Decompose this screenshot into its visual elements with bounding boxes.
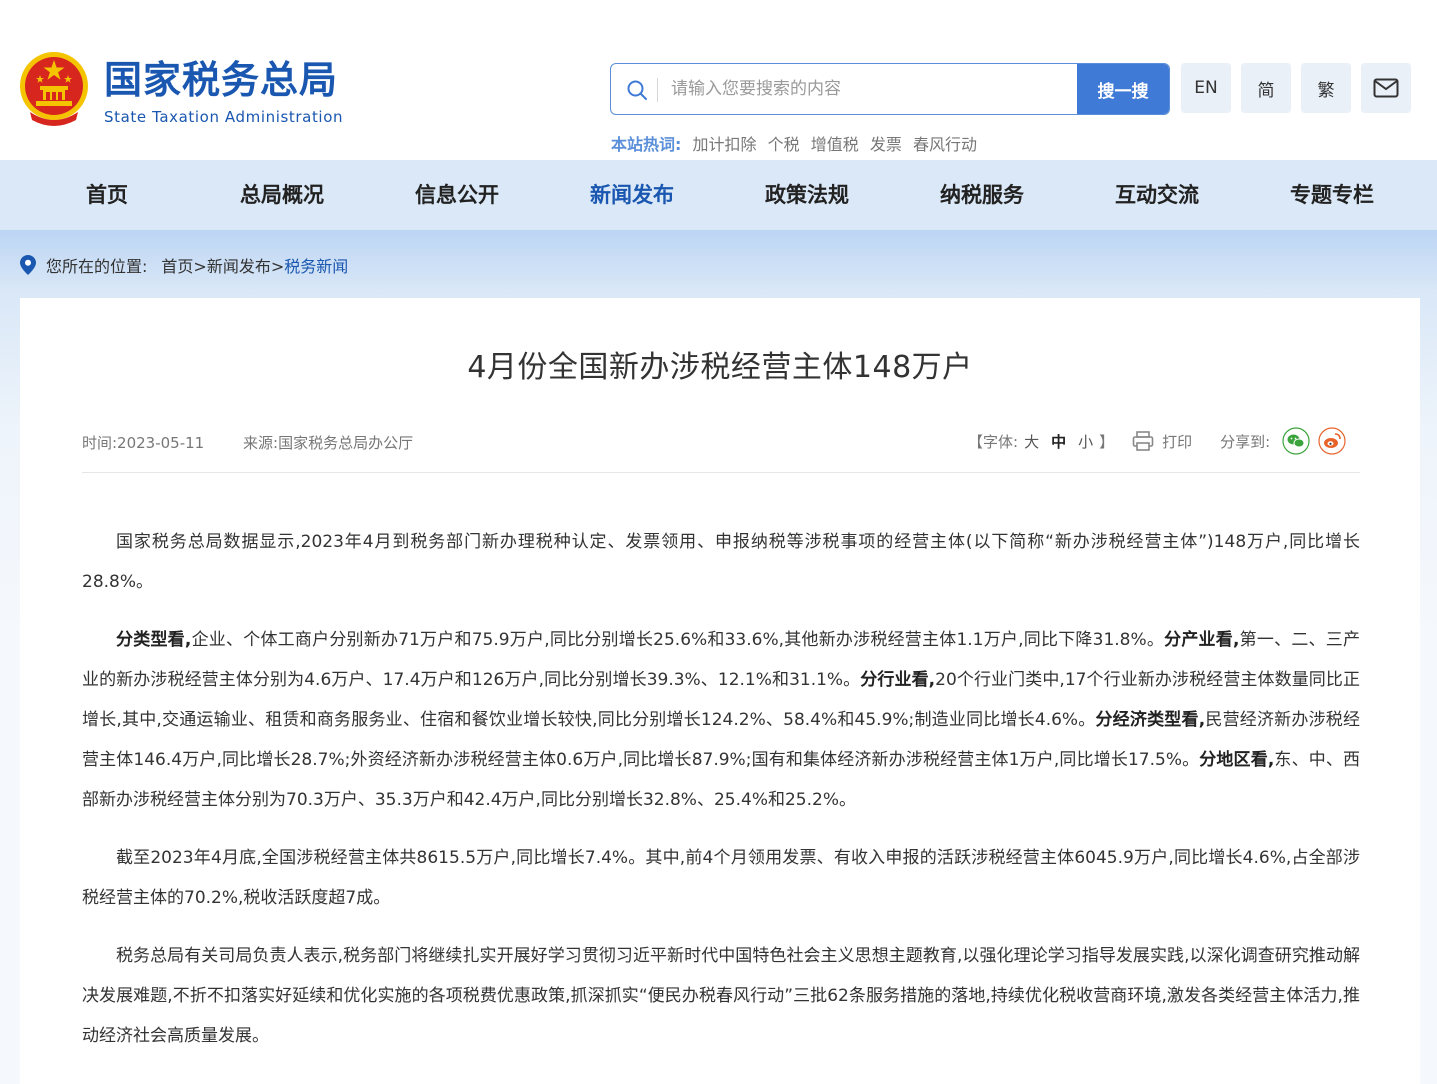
nav-item-about[interactable]: 总局概况	[207, 160, 357, 230]
share-label: 分享到:	[1220, 432, 1271, 451]
breadcrumb: 您所在的位置: 首页>新闻发布> 税务新闻	[20, 253, 348, 277]
main-nav: 首页 总局概况 信息公开 新闻发布 政策法规 纳税服务 互动交流 专题专栏	[0, 160, 1437, 230]
site-header: 国家税务总局 State Taxation Administration 搜一搜…	[0, 0, 1437, 160]
weibo-icon[interactable]	[1318, 427, 1346, 455]
font-size-close: 】	[1099, 432, 1115, 451]
mail-icon	[1373, 78, 1399, 98]
meta-divider	[82, 472, 1360, 473]
hotword-link[interactable]: 春风行动	[913, 135, 977, 154]
font-size-small-button[interactable]: 小	[1078, 431, 1093, 452]
breadcrumb-current[interactable]: 税务新闻	[284, 253, 348, 277]
site-name: 国家税务总局	[104, 57, 339, 102]
search-icon	[627, 80, 647, 100]
search-input[interactable]	[671, 64, 1076, 114]
nav-item-interaction[interactable]: 互动交流	[1082, 160, 1232, 230]
site-name-en: State Taxation Administration	[104, 108, 344, 126]
breadcrumb-path[interactable]: 首页>新闻发布>	[161, 253, 284, 277]
nav-item-home[interactable]: 首页	[32, 160, 182, 230]
paragraph-heading: 分产业看,	[1164, 630, 1240, 650]
article-meta: 时间:2023-05-11 来源:国家税务总局办公厅	[82, 432, 447, 453]
paragraph: 截至2023年4月底,全国涉税经营主体共8615.5万户,同比增长7.4%。其中…	[82, 848, 1360, 908]
font-size-medium-button[interactable]: 中	[1051, 431, 1066, 452]
paragraph-heading: 分类型看,	[116, 630, 192, 650]
article-card: 4月份全国新办涉税经营主体148万户 时间:2023-05-11 来源:国家税务…	[20, 298, 1420, 1084]
national-emblem-icon[interactable]	[18, 50, 90, 128]
paragraph-heading: 分行业看,	[860, 670, 936, 690]
hotword-link[interactable]: 个税	[768, 135, 800, 154]
paragraph: 分类型看,企业、个体工商户分别新办71万户和75.9万户,同比分别增长25.6%…	[82, 620, 1360, 820]
breadcrumb-prefix: 您所在的位置:	[46, 257, 148, 276]
paragraph: 税务总局有关司局负责人表示,税务部门将继续扎实开展好学习贯彻习近平新时代中国特色…	[82, 946, 1360, 1046]
hotword-link[interactable]: 加计扣除	[693, 135, 757, 154]
article-body: 国家税务总局数据显示,2023年4月到税务部门新办理税种认定、发票领用、申报纳税…	[82, 522, 1360, 1074]
nav-item-info-disclosure[interactable]: 信息公开	[382, 160, 532, 230]
font-size-large-button[interactable]: 大	[1024, 431, 1039, 452]
wechat-icon[interactable]	[1282, 427, 1310, 455]
publish-time: 时间:2023-05-11	[82, 434, 205, 452]
paragraph: 国家税务总局数据显示,2023年4月到税务部门新办理税种认定、发票领用、申报纳税…	[82, 532, 1360, 592]
nav-item-news[interactable]: 新闻发布	[557, 160, 707, 230]
article-tools: 【字体: 大 中 小 】 打印 分享到:	[968, 426, 1354, 456]
hotwords: 本站热词: 加计扣除 个税 增值税 发票 春风行动	[611, 131, 983, 155]
mail-button[interactable]	[1361, 63, 1411, 113]
print-button[interactable]: 打印	[1162, 431, 1192, 452]
traditional-chinese-button[interactable]: 繁	[1301, 63, 1351, 113]
paragraph-text: 企业、个体工商户分别新办71万户和75.9万户,同比分别增长25.6%和33.6…	[191, 630, 1165, 650]
font-size-open: 【字体:	[968, 432, 1019, 451]
location-pin-icon	[20, 255, 36, 275]
nav-item-policy[interactable]: 政策法规	[732, 160, 882, 230]
article-title: 4月份全国新办涉税经营主体148万户	[467, 350, 973, 385]
hotwords-label: 本站热词:	[611, 135, 682, 154]
simplified-chinese-button[interactable]: 简	[1241, 63, 1291, 113]
search-divider	[657, 78, 658, 102]
search-button[interactable]: 搜一搜	[1077, 64, 1169, 114]
paragraph-heading: 分地区看,	[1199, 750, 1275, 770]
nav-item-topics[interactable]: 专题专栏	[1257, 160, 1407, 230]
nav-item-taxpayer-service[interactable]: 纳税服务	[907, 160, 1057, 230]
hotword-link[interactable]: 发票	[870, 135, 902, 154]
hotword-link[interactable]: 增值税	[811, 135, 859, 154]
search-box: 搜一搜	[610, 63, 1170, 115]
article-source: 来源:国家税务总局办公厅	[243, 434, 414, 452]
paragraph-heading: 分经济类型看,	[1095, 710, 1206, 730]
printer-icon[interactable]	[1132, 430, 1154, 452]
english-version-button[interactable]: EN	[1181, 63, 1231, 113]
